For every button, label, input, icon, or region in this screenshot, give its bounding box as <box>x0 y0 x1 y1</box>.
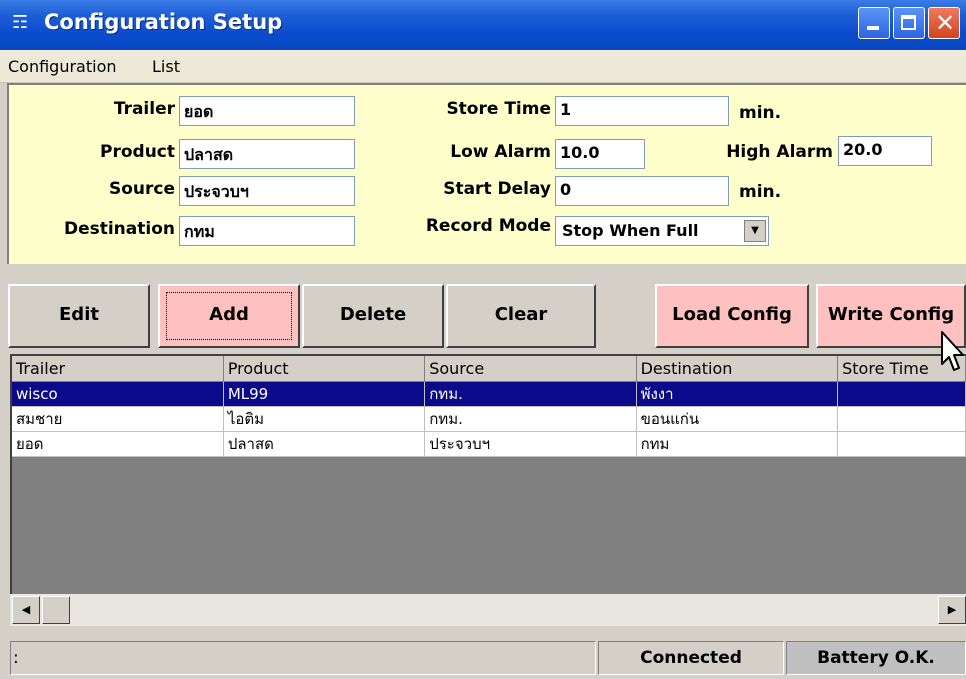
record-mode-label: Record Mode <box>425 216 551 236</box>
scroll-thumb[interactable] <box>42 596 70 624</box>
record-mode-select[interactable]: Stop When Full ▼ <box>555 216 769 246</box>
minimize-button[interactable] <box>858 7 890 39</box>
high-alarm-label: High Alarm <box>726 142 833 162</box>
column-header-source[interactable]: Source <box>424 356 637 382</box>
table-row[interactable]: wisco ML99 กทม. พังงา <box>12 381 966 407</box>
edit-button[interactable]: Edit <box>8 284 150 348</box>
menu-configuration[interactable]: Configuration <box>8 57 117 76</box>
status-battery: Battery O.K. <box>786 641 966 675</box>
low-alarm-field[interactable]: 10.0 <box>555 139 645 169</box>
status-bar: : Connected Battery O.K. <box>0 635 966 679</box>
menu-bar: Configuration List <box>0 50 966 83</box>
table-cell[interactable] <box>837 431 966 457</box>
trailer-field[interactable]: ยอด <box>179 96 355 126</box>
table-cell[interactable]: ไอติม <box>223 406 426 432</box>
config-grid[interactable]: Trailer Product Source Destination Store… <box>10 354 966 594</box>
config-form: Trailer ยอด Product ปลาสด Source ประจวบฯ… <box>7 83 966 264</box>
scroll-right-icon[interactable]: ▶ <box>938 596 966 624</box>
window-title: Configuration Setup <box>44 10 283 34</box>
table-cell[interactable] <box>837 406 966 432</box>
app-icon: ☶ <box>12 12 29 33</box>
maximize-button[interactable] <box>893 7 925 39</box>
table-cell[interactable]: ประจวบฯ <box>424 431 637 457</box>
horizontal-scrollbar[interactable]: ◀ ▶ <box>10 594 966 626</box>
store-time-unit: min. <box>739 103 782 123</box>
title-bar[interactable]: ☶ Configuration Setup ✕ <box>0 0 966 50</box>
column-header-destination[interactable]: Destination <box>636 356 839 382</box>
table-cell[interactable]: กทม <box>636 431 839 457</box>
table-row[interactable]: สมชาย ไอติม กทม. ขอนแก่น <box>12 406 966 432</box>
table-cell[interactable]: สมชาย <box>12 406 224 432</box>
config-table: Trailer Product Source Destination Store… <box>12 356 966 457</box>
product-field[interactable]: ปลาสด <box>179 139 355 169</box>
column-header-product[interactable]: Product <box>223 356 426 382</box>
store-time-field[interactable]: 1 <box>555 96 729 126</box>
menu-list[interactable]: List <box>152 57 180 76</box>
trailer-label: Trailer <box>113 99 175 119</box>
focus-rectangle <box>166 292 292 340</box>
table-cell[interactable]: พังงา <box>636 381 839 407</box>
mouse-pointer-icon <box>941 331 964 371</box>
status-connection: Connected <box>598 641 784 675</box>
table-cell[interactable]: ยอด <box>12 431 224 457</box>
source-label: Source <box>108 179 175 199</box>
source-field[interactable]: ประจวบฯ <box>179 176 355 206</box>
start-delay-label: Start Delay <box>443 179 551 199</box>
configuration-window: ☶ Configuration Setup ✕ Configuration Li… <box>0 0 966 679</box>
start-delay-unit: min. <box>739 182 782 202</box>
table-cell[interactable]: wisco <box>12 381 224 407</box>
table-cell[interactable]: ขอนแก่น <box>636 406 839 432</box>
destination-label: Destination <box>63 219 175 239</box>
low-alarm-label: Low Alarm <box>450 142 551 162</box>
close-button[interactable]: ✕ <box>928 7 960 39</box>
delete-button[interactable]: Delete <box>302 284 444 348</box>
destination-field[interactable]: กทม <box>179 216 355 246</box>
chevron-down-icon[interactable]: ▼ <box>744 220 766 242</box>
store-time-label: Store Time <box>446 99 551 119</box>
table-cell[interactable]: กทม. <box>424 381 637 407</box>
start-delay-field[interactable]: 0 <box>555 176 729 206</box>
table-cell[interactable]: ML99 <box>223 381 426 407</box>
column-header-trailer[interactable]: Trailer <box>12 356 224 382</box>
load-config-button[interactable]: Load Config <box>655 284 809 348</box>
add-button[interactable]: Add <box>158 284 300 348</box>
table-cell[interactable]: ปลาสด <box>223 431 426 457</box>
clear-button[interactable]: Clear <box>446 284 596 348</box>
table-header: Trailer Product Source Destination Store… <box>12 356 966 382</box>
table-cell[interactable]: กทม. <box>424 406 637 432</box>
close-icon: ✕ <box>935 9 956 37</box>
product-label: Product <box>100 142 175 162</box>
record-mode-value: Stop When Full <box>562 221 699 240</box>
high-alarm-field[interactable]: 20.0 <box>838 136 932 166</box>
table-row[interactable]: ยอด ปลาสด ประจวบฯ กทม <box>12 431 966 457</box>
scroll-left-icon[interactable]: ◀ <box>12 596 40 624</box>
status-pane-message: : <box>10 641 596 675</box>
table-cell[interactable] <box>837 381 966 407</box>
